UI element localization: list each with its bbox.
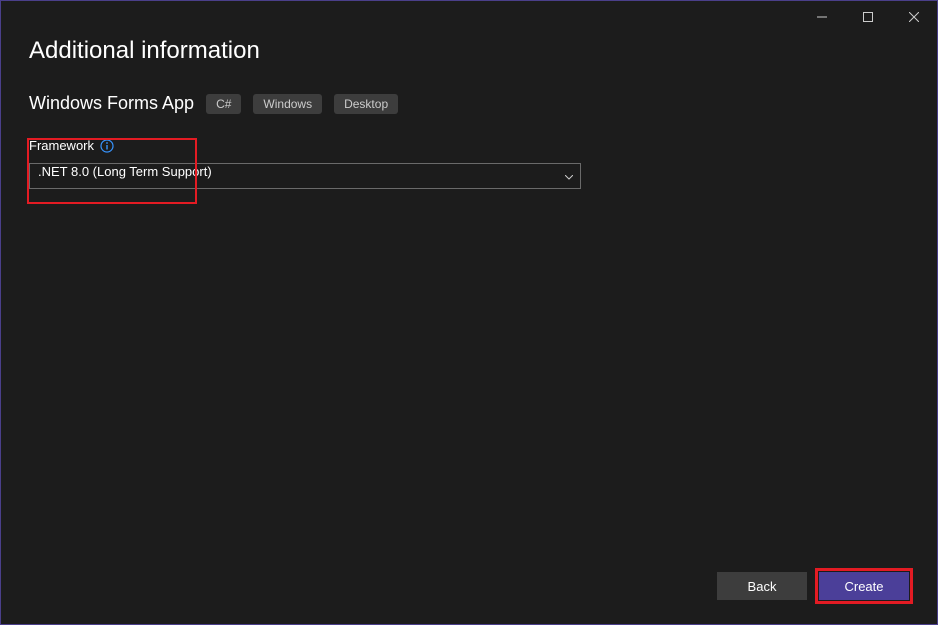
maximize-icon (863, 12, 873, 22)
create-button[interactable]: Create (819, 572, 909, 600)
minimize-icon (817, 12, 827, 22)
tag-csharp: C# (206, 94, 241, 114)
close-icon (909, 12, 919, 22)
minimize-button[interactable] (799, 1, 845, 33)
close-button[interactable] (891, 1, 937, 33)
framework-selected-value: .NET 8.0 (Long Term Support) (38, 164, 212, 179)
tag-desktop: Desktop (334, 94, 398, 114)
tag-windows: Windows (253, 94, 322, 114)
maximize-button[interactable] (845, 1, 891, 33)
info-icon[interactable] (100, 139, 114, 153)
framework-select[interactable]: .NET 8.0 (Long Term Support) (29, 163, 581, 189)
footer: Back Create (717, 568, 913, 604)
framework-label: Framework (29, 138, 94, 153)
template-name: Windows Forms App (29, 93, 194, 114)
back-button[interactable]: Back (717, 572, 807, 600)
page-title: Additional information (29, 37, 909, 65)
framework-select-wrapper: .NET 8.0 (Long Term Support) (29, 163, 581, 189)
template-row: Windows Forms App C# Windows Desktop (29, 93, 909, 114)
title-bar (1, 1, 937, 33)
framework-section: Framework .NET 8.0 (Long Term Support) (29, 138, 909, 189)
